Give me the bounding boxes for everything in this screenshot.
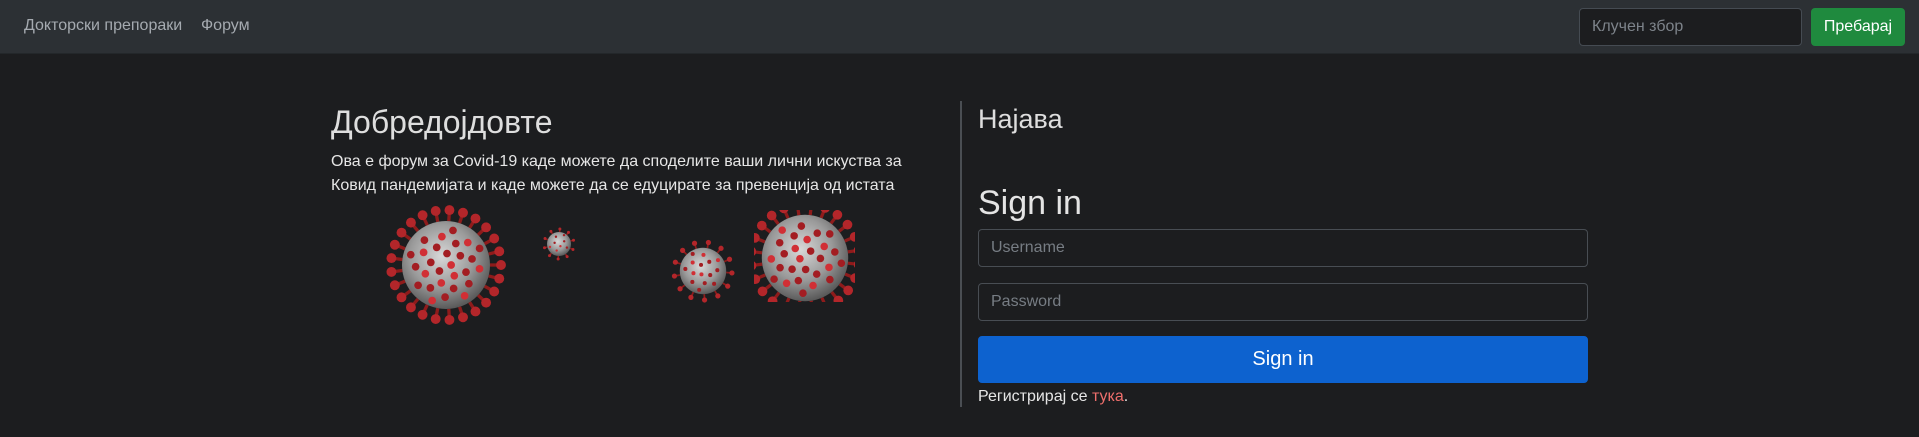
register-link[interactable]: тука <box>1092 388 1124 405</box>
column-divider <box>960 101 962 407</box>
signin-title: Sign in <box>978 184 1082 222</box>
username-field[interactable] <box>978 229 1588 267</box>
virus-illustration <box>542 227 576 261</box>
virus-illustration <box>386 205 506 325</box>
signin-button[interactable]: Sign in <box>978 336 1588 383</box>
login-heading: Најава <box>978 104 1063 134</box>
virus-illustration <box>754 210 855 302</box>
password-field[interactable] <box>978 283 1588 321</box>
virus-illustration <box>671 239 735 303</box>
register-suffix: . <box>1123 388 1129 405</box>
register-line: Регистрирај се тука. <box>978 388 1128 406</box>
register-prefix: Регистрирај се <box>978 388 1092 405</box>
search-button[interactable]: Пребарај <box>1811 8 1905 46</box>
search-input[interactable] <box>1579 8 1802 46</box>
coronavirus-images <box>386 205 855 325</box>
